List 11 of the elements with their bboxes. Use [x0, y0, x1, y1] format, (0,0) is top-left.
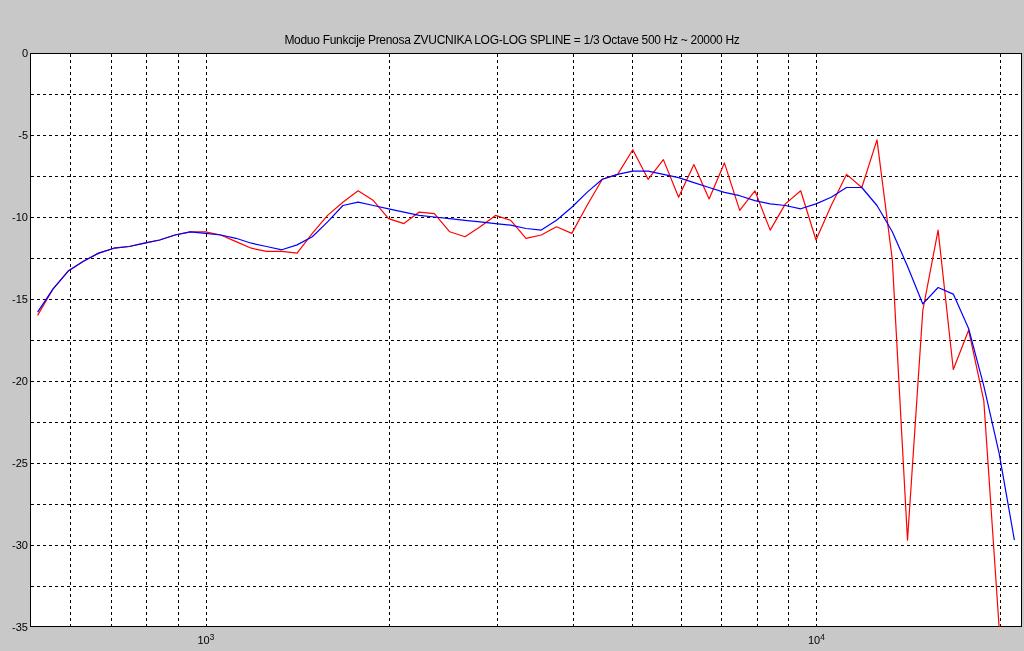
- y-tick-label: -15: [12, 293, 28, 305]
- y-tick-label: -25: [12, 457, 28, 469]
- x-tick-label: 10$^{3}$: [197, 634, 215, 646]
- y-tick-label: -5: [18, 129, 28, 141]
- y-tick-label: -35: [12, 621, 28, 633]
- y-tick-label: 0: [21, 47, 28, 59]
- chart-title: Moduo Funkcije Prenosa ZVUCNIKA LOG-LOG SPLINE = 1/3 Octave 500 Hz ~ 20000 Hz: [283, 33, 741, 47]
- y-tick-label: -30: [12, 539, 28, 551]
- y-tick-label: -10: [12, 211, 28, 223]
- x-tick-label: 10$^{4}$: [807, 634, 825, 646]
- y-tick-label: -20: [12, 375, 28, 387]
